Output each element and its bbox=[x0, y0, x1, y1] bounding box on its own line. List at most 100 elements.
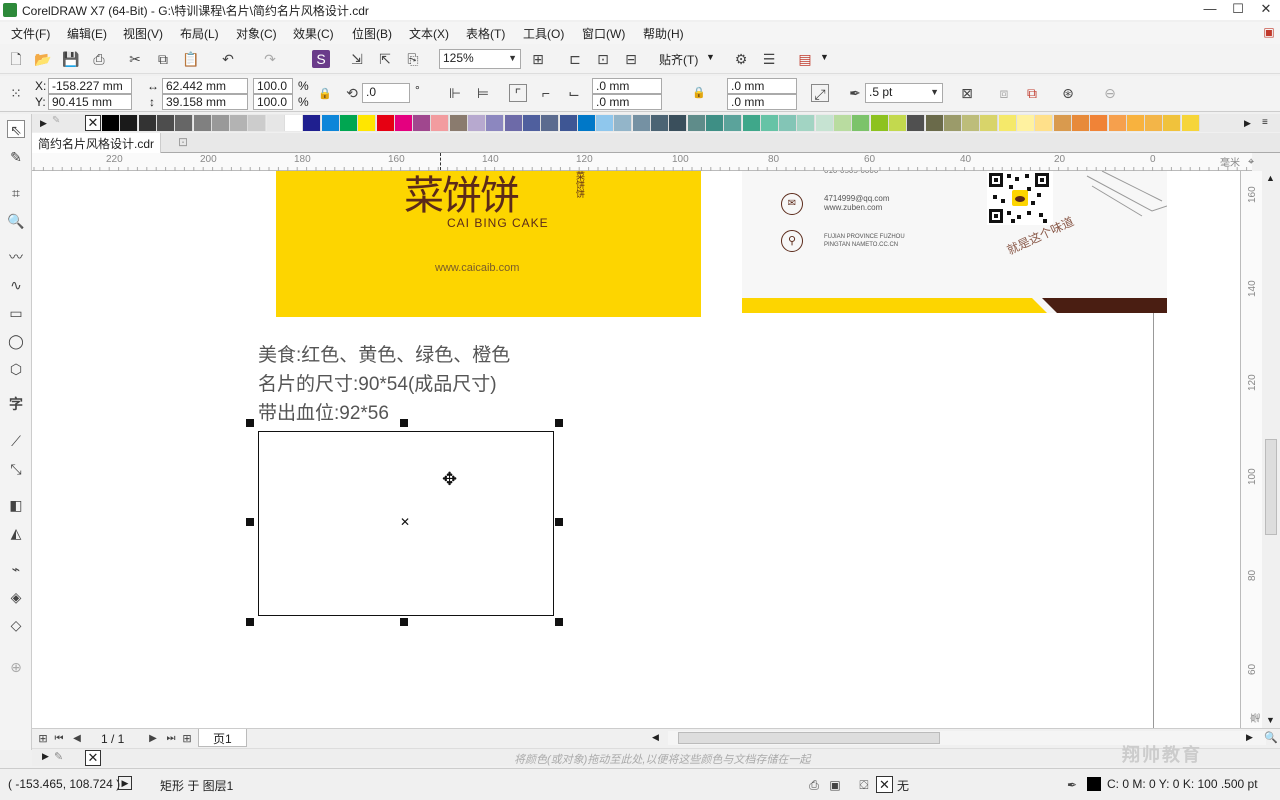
ellipse-tool-icon[interactable]: ◯ bbox=[7, 332, 25, 350]
show-rulers-icon[interactable]: ⊏ bbox=[566, 50, 584, 68]
palette-swatch[interactable] bbox=[596, 115, 615, 131]
menu-layout[interactable]: 布局(L) bbox=[180, 25, 219, 42]
mirror-vertical-icon[interactable]: ⊨ bbox=[474, 84, 492, 102]
palette-swatch[interactable] bbox=[358, 115, 377, 131]
note-card-size[interactable]: 名片的尺寸:90*54(成品尺寸) bbox=[258, 369, 497, 396]
palette-swatch[interactable] bbox=[1126, 115, 1145, 131]
menu-help[interactable]: 帮助(H) bbox=[643, 25, 684, 42]
shape-tool-icon[interactable]: ✎ bbox=[7, 148, 25, 166]
resize-handle-bottom-right[interactable] bbox=[555, 618, 563, 626]
palette-swatch[interactable] bbox=[779, 115, 798, 131]
palette-swatch[interactable] bbox=[102, 115, 120, 131]
scale-x-field[interactable]: 100.0 bbox=[253, 78, 293, 94]
palette-swatch[interactable] bbox=[1108, 115, 1127, 131]
menu-effects[interactable]: 效果(C) bbox=[293, 25, 334, 42]
show-guidelines-icon[interactable]: ⊟ bbox=[622, 50, 640, 68]
palette-swatch[interactable] bbox=[870, 115, 889, 131]
add-page-after-icon[interactable]: ⊞ bbox=[178, 730, 196, 748]
palette-swatch[interactable] bbox=[797, 115, 816, 131]
scroll-down-icon[interactable]: ▼ bbox=[1266, 715, 1275, 725]
drop-shadow-icon[interactable]: ◧ bbox=[7, 496, 25, 514]
app-corner-icon[interactable]: ▣ bbox=[1260, 23, 1278, 41]
palette-swatch[interactable] bbox=[376, 115, 395, 131]
crop-tool-icon[interactable]: ⌗ bbox=[7, 184, 25, 202]
scalloped-corner-icon[interactable]: ⌐ bbox=[537, 84, 555, 102]
palette-swatch[interactable] bbox=[120, 115, 139, 131]
color-proof-icon[interactable]: ⎙ bbox=[805, 776, 823, 794]
width-field[interactable]: 62.442 mm bbox=[162, 78, 248, 94]
palette-swatch[interactable] bbox=[705, 115, 724, 131]
status-expand-icon[interactable]: ▶ bbox=[118, 776, 132, 790]
mirror-horizontal-icon[interactable]: ⊩ bbox=[446, 84, 464, 102]
outline-color-swatch[interactable] bbox=[1087, 777, 1101, 791]
rotation-angle-field[interactable]: .0 bbox=[362, 83, 410, 103]
no-color-swatch[interactable]: ✕ bbox=[85, 750, 101, 766]
ruler-corner-icon[interactable]: ⌖ bbox=[1248, 156, 1254, 169]
resize-handle-top-right[interactable] bbox=[555, 419, 563, 427]
connector-tool-icon[interactable]: ⤡ bbox=[7, 460, 25, 478]
paste-icon[interactable]: 📋 bbox=[182, 50, 200, 68]
resize-handle-right[interactable] bbox=[555, 518, 563, 526]
corner-radius-top-right[interactable]: .0 mm bbox=[727, 78, 797, 94]
palette-swatch[interactable] bbox=[541, 115, 560, 131]
eyedropper-tool-icon[interactable]: ⌁ bbox=[7, 560, 25, 578]
text-tool-icon[interactable]: 字 bbox=[7, 395, 25, 413]
palette-swatch[interactable] bbox=[156, 115, 175, 131]
to-front-icon[interactable]: ⧈ bbox=[995, 84, 1013, 102]
palette-swatch[interactable] bbox=[504, 115, 523, 131]
redo-icon[interactable]: ↷ bbox=[261, 50, 279, 68]
palette-swatch[interactable] bbox=[175, 115, 194, 131]
resize-handle-left[interactable] bbox=[246, 518, 254, 526]
import-icon[interactable]: ⇲ bbox=[348, 50, 366, 68]
palette-swatch[interactable] bbox=[1163, 115, 1182, 131]
copy-icon[interactable]: ⧉ bbox=[154, 50, 172, 68]
palette-swatch[interactable] bbox=[1090, 115, 1109, 131]
undo-icon[interactable]: ↶ bbox=[219, 50, 237, 68]
hscroll-right-icon[interactable]: ▶ bbox=[1246, 732, 1253, 743]
search-content-icon[interactable]: S bbox=[312, 50, 330, 68]
palette-swatch[interactable] bbox=[266, 115, 285, 131]
welcome-screen-icon[interactable]: ▤ bbox=[796, 50, 814, 68]
parallel-dimension-icon[interactable]: ⟋ bbox=[7, 432, 25, 450]
y-position-field[interactable]: 90.415 mm bbox=[48, 94, 132, 110]
horizontal-ruler[interactable]: 220 200 180 160 140 120 100 80 60 40 20 … bbox=[32, 153, 1252, 171]
menu-text[interactable]: 文本(X) bbox=[409, 25, 449, 42]
object-origin-icon[interactable]: ⁙ bbox=[7, 84, 25, 102]
palette-swatch[interactable] bbox=[651, 115, 669, 131]
snap-to-dropdown[interactable]: 贴齐(T) bbox=[659, 51, 698, 68]
palette-swatch[interactable] bbox=[742, 115, 761, 131]
palette-swatch[interactable] bbox=[815, 115, 834, 131]
business-card-front[interactable]: 菜饼饼 菜饼饼 CAI BING CAKE www.caicaib.com bbox=[276, 171, 701, 317]
palette-swatch[interactable] bbox=[632, 115, 651, 131]
menu-tools[interactable]: 工具(O) bbox=[523, 25, 564, 42]
palette-swatch[interactable] bbox=[413, 115, 432, 131]
to-back-icon[interactable]: ⧉ bbox=[1023, 84, 1041, 102]
page-tab-1[interactable]: 页1 bbox=[198, 729, 247, 747]
palette-swatch[interactable] bbox=[522, 115, 541, 131]
palette-swatch[interactable] bbox=[724, 115, 743, 131]
doc-palette-arrow-icon[interactable]: ▶ bbox=[42, 751, 49, 762]
close-button[interactable]: ✕ bbox=[1252, 0, 1280, 20]
zoom-level-select[interactable]: 125% ▼ bbox=[439, 49, 521, 69]
palette-swatch[interactable] bbox=[1145, 115, 1164, 131]
x-position-field[interactable]: -158.227 mm bbox=[48, 78, 132, 94]
publish-pdf-icon[interactable]: ⎘ bbox=[404, 50, 422, 68]
palette-swatch[interactable] bbox=[888, 115, 907, 131]
palette-swatch[interactable] bbox=[1017, 115, 1035, 131]
menu-window[interactable]: 窗口(W) bbox=[582, 25, 625, 42]
zoom-tool-icon[interactable]: 🔍 bbox=[7, 212, 25, 230]
palette-swatch[interactable] bbox=[211, 115, 230, 131]
menu-table[interactable]: 表格(T) bbox=[466, 25, 505, 42]
first-page-icon[interactable]: ⏮ bbox=[50, 730, 68, 748]
palette-swatch[interactable] bbox=[1071, 115, 1090, 131]
palette-swatch[interactable] bbox=[669, 115, 688, 131]
freehand-tool-icon[interactable]: 〰 bbox=[7, 248, 25, 266]
smart-fill-icon[interactable]: ◇ bbox=[7, 616, 25, 634]
palette-swatch[interactable] bbox=[468, 115, 486, 131]
zoom-navigator-icon[interactable]: 🔍 bbox=[1264, 731, 1278, 744]
palette-swatch[interactable] bbox=[321, 115, 340, 131]
note-food-colors[interactable]: 美食:红色、黄色、绿色、橙色 bbox=[258, 340, 510, 367]
cut-icon[interactable]: ✂ bbox=[126, 50, 144, 68]
new-tab-icon[interactable]: ⊡ bbox=[178, 135, 188, 149]
scroll-up-icon[interactable]: ▲ bbox=[1266, 173, 1275, 183]
